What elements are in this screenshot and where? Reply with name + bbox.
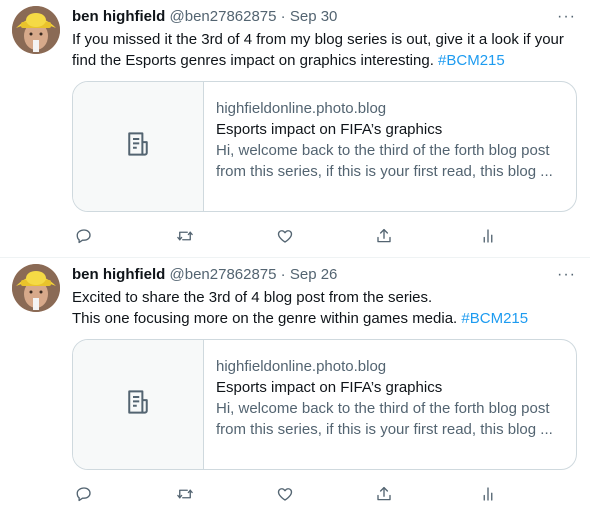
card-body: highfieldonline.photo.blog Esports impac… [216,356,560,440]
more-options-icon[interactable]: ··· [557,7,576,27]
card-thumbnail [73,82,204,211]
avatar[interactable] [12,264,60,312]
share-button[interactable] [372,224,396,248]
avatar[interactable] [12,6,60,54]
separator: · [280,8,286,25]
display-name[interactable]: ben highfield [72,266,165,283]
more-options-icon[interactable]: ··· [557,265,576,285]
display-name[interactable]: ben highfield [72,8,165,25]
document-icon [123,387,153,422]
tweet-actions [72,482,502,506]
tweet[interactable]: ben highfield @ben27862875 · Sep 30 ··· … [0,0,590,257]
analytics-icon [483,487,493,501]
card-thumbnail [73,340,204,469]
tweet[interactable]: ben highfield @ben27862875 · Sep 26 ··· … [0,257,590,514]
like-button[interactable] [273,224,297,248]
reply-icon [76,487,91,502]
card-domain: highfieldonline.photo.blog [216,100,387,117]
retweet-button[interactable] [173,224,197,248]
link-card[interactable]: highfieldonline.photo.blog Esports impac… [72,81,577,212]
hashtag-link[interactable]: #BCM215 [461,310,528,327]
card-domain: highfieldonline.photo.blog [216,358,387,375]
heart-icon [277,488,293,501]
analytics-button[interactable] [476,224,500,248]
card-description: from this series, if this is your first … [216,163,553,180]
retweet-icon [177,231,193,241]
tweet-text-line: If you missed it the 3rd of 4 from my bl… [72,31,564,48]
document-icon [123,129,153,164]
tweet-date[interactable]: Sep 30 [290,8,338,25]
tweet-date[interactable]: Sep 26 [290,266,338,283]
like-button[interactable] [273,482,297,506]
reply-button[interactable] [72,482,96,506]
card-description: from this series, if this is your first … [216,421,553,438]
tweet-text-line: find the Esports genres impact on graphi… [72,52,439,69]
analytics-icon [483,229,493,243]
card-title: Esports impact on FIFA’s graphics [216,121,443,138]
analytics-button[interactable] [476,482,500,506]
card-body: highfieldonline.photo.blog Esports impac… [216,98,560,182]
share-icon [377,228,391,243]
handle[interactable]: @ben27862875 [170,266,277,283]
tweet-text: Excited to share the 3rd of 4 blog post … [72,287,577,329]
heart-icon [277,230,293,243]
tweet-text: If you missed it the 3rd of 4 from my bl… [72,29,577,71]
tweet-header: ben highfield @ben27862875 · Sep 26 [72,265,337,285]
hashtag-link[interactable]: #BCM215 [438,52,505,69]
retweet-icon [177,489,193,499]
retweet-button[interactable] [173,482,197,506]
separator: · [280,266,286,283]
tweet-actions [72,224,502,248]
reply-button[interactable] [72,224,96,248]
handle[interactable]: @ben27862875 [170,8,277,25]
tweet-header: ben highfield @ben27862875 · Sep 30 [72,7,337,27]
share-button[interactable] [372,482,396,506]
reply-icon [76,229,91,244]
tweet-text-line: This one focusing more on the genre with… [72,310,462,327]
share-icon [377,486,391,501]
tweet-text-line: Excited to share the 3rd of 4 blog post … [72,289,433,306]
card-description: Hi, welcome back to the third of the for… [216,400,550,417]
link-card[interactable]: highfieldonline.photo.blog Esports impac… [72,339,577,470]
card-title: Esports impact on FIFA’s graphics [216,379,443,396]
card-description: Hi, welcome back to the third of the for… [216,142,550,159]
